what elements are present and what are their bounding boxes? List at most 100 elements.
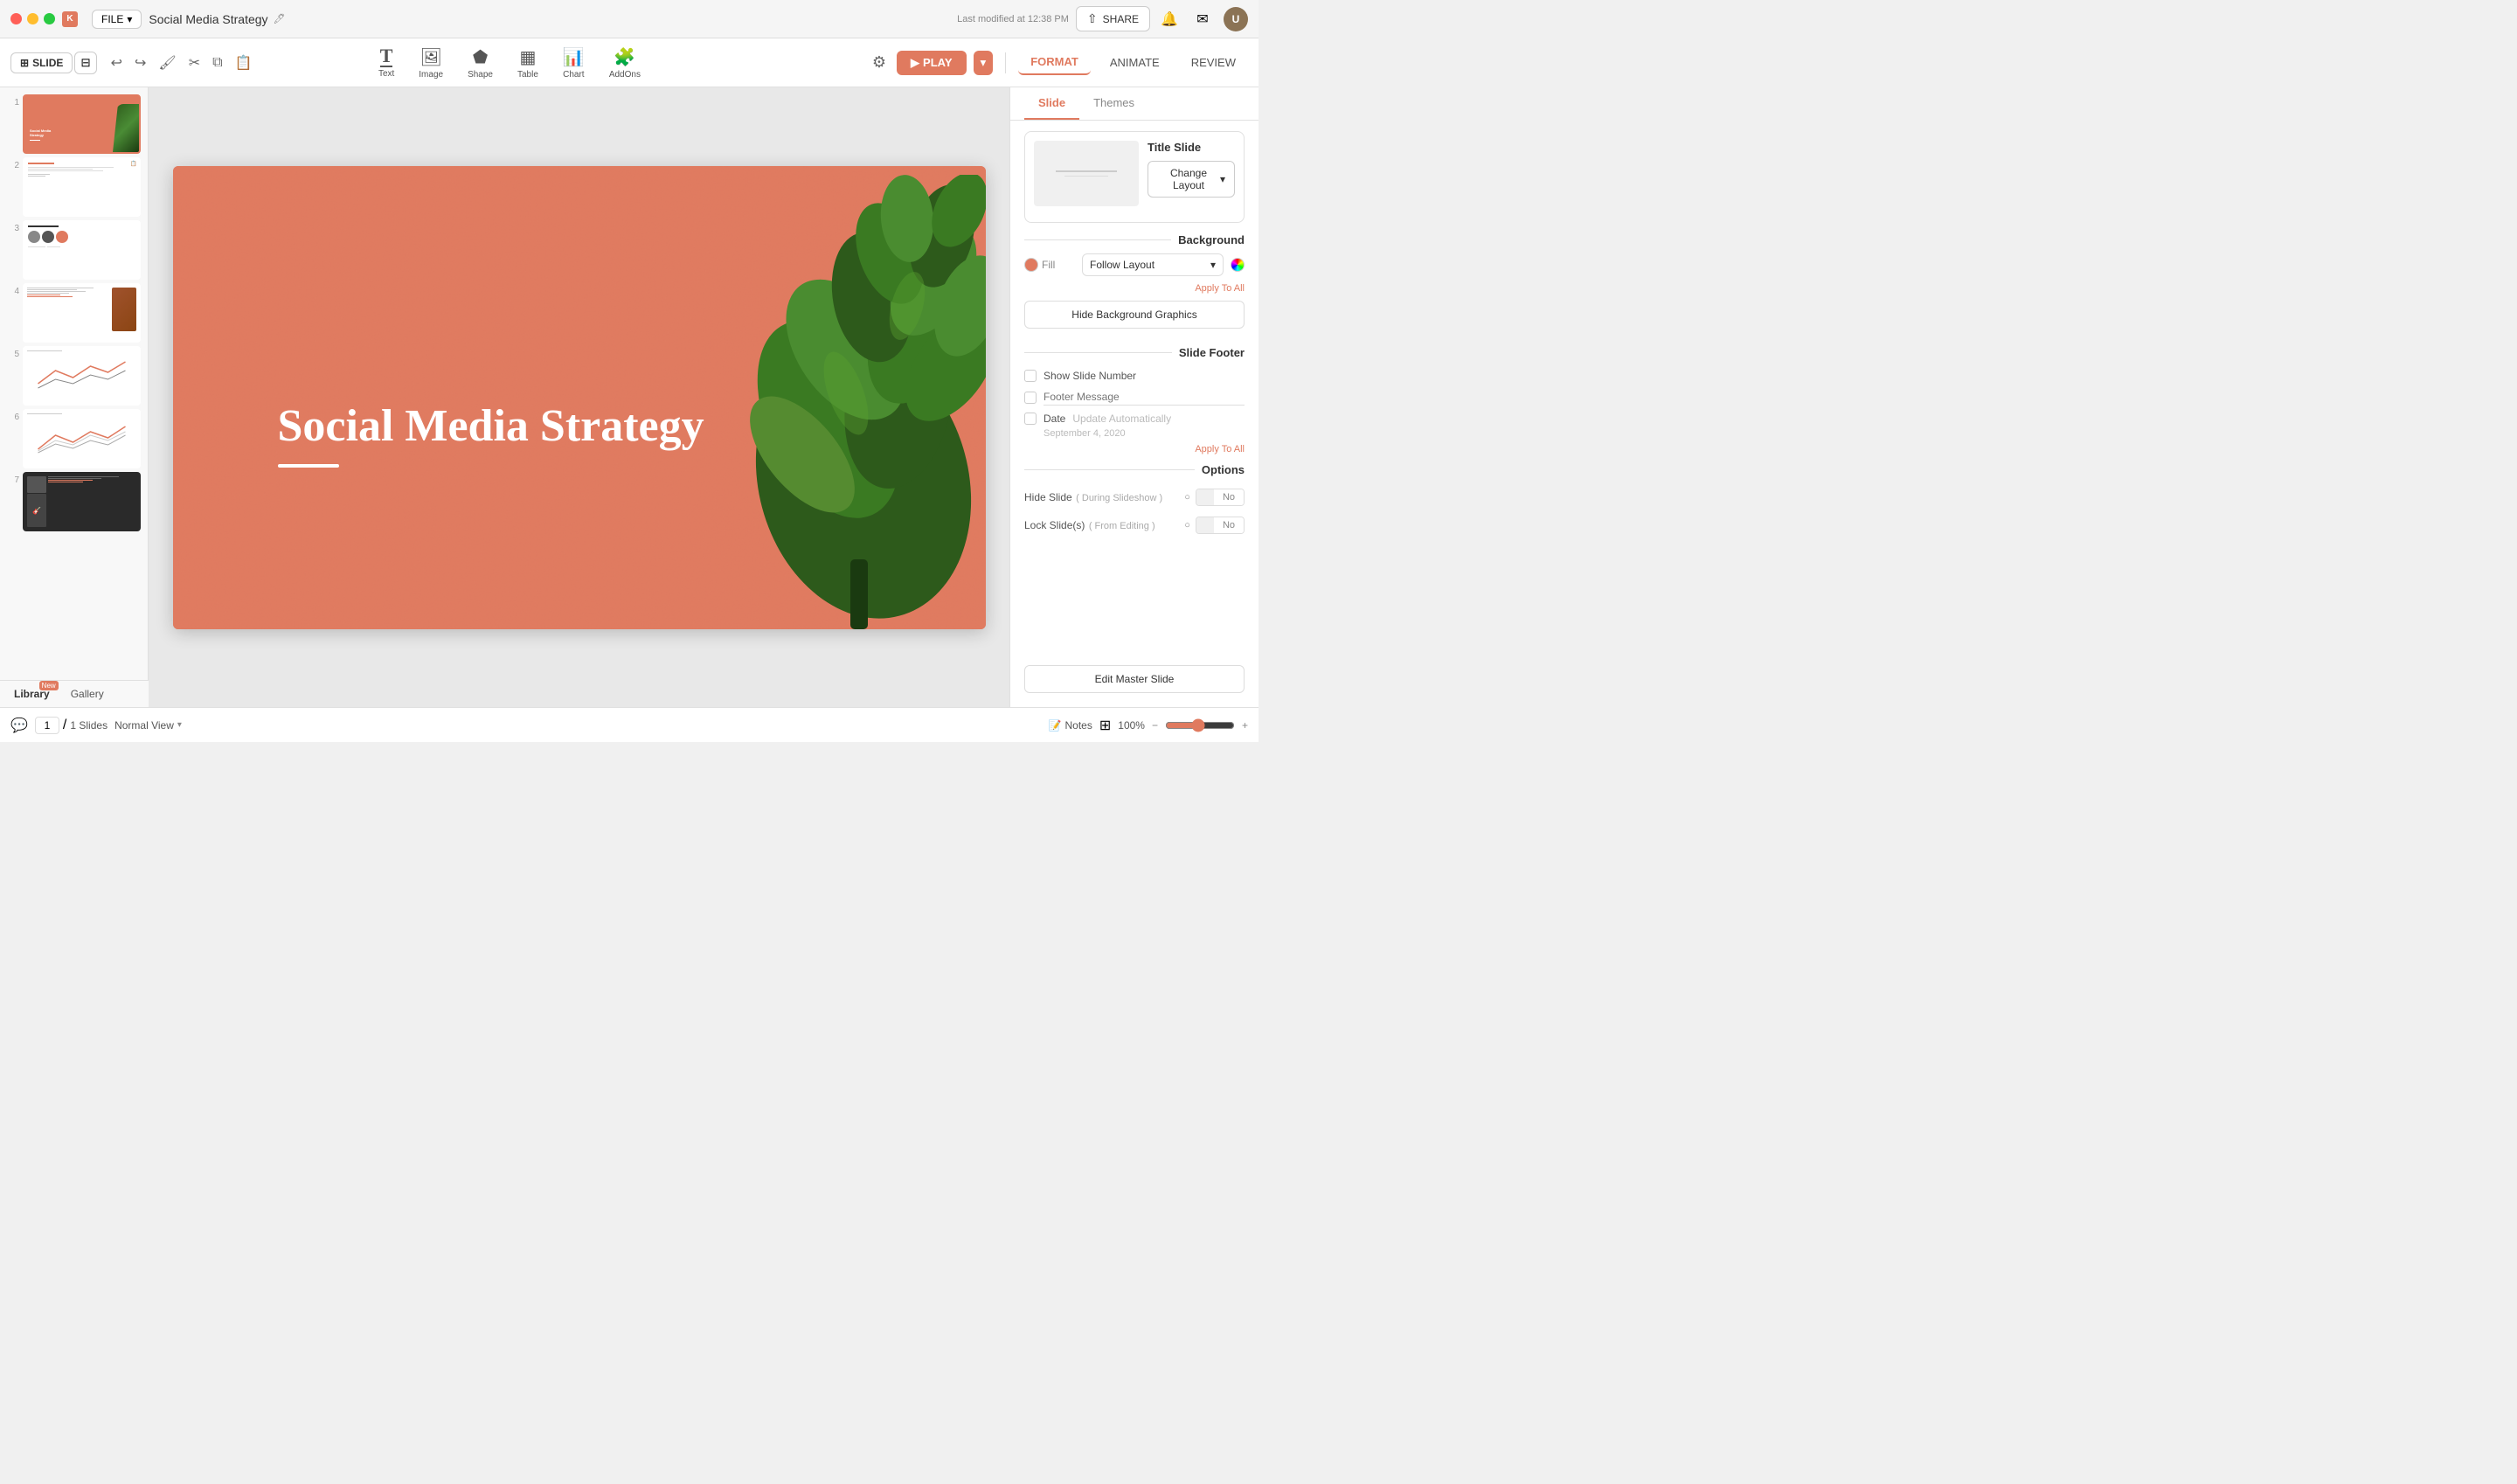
- fill-color-dot[interactable]: [1024, 258, 1038, 272]
- footer-message-input[interactable]: [1044, 389, 1245, 406]
- date-row: Date Update Automatically: [1024, 409, 1245, 428]
- options-section-header: Options: [1024, 463, 1245, 476]
- slide-thumbnail-2[interactable]: 📋: [23, 157, 141, 217]
- show-slide-number-checkbox[interactable]: [1024, 370, 1037, 382]
- change-layout-button[interactable]: Change Layout ▾: [1148, 161, 1235, 198]
- zoom-out-icon[interactable]: −: [1152, 719, 1158, 732]
- footer-message-row: [1024, 385, 1245, 409]
- edit-master-slide-button[interactable]: Edit Master Slide: [1024, 665, 1245, 693]
- right-toolbar: ⚙ ▶ PLAY ▾ FORMAT ANIMATE REVIEW: [869, 50, 1248, 75]
- update-automatically-label: Update Automatically: [1072, 413, 1245, 425]
- slide-thumbnail-3[interactable]: [23, 220, 141, 280]
- play-dropdown-button[interactable]: ▾: [974, 51, 994, 75]
- undo-button[interactable]: ↩: [106, 51, 128, 75]
- review-tab[interactable]: REVIEW: [1179, 51, 1248, 74]
- plant-decoration: [671, 175, 986, 629]
- gallery-tab[interactable]: Gallery: [67, 686, 107, 702]
- main-toolbar: ⊞ SLIDE ⊟ ↩ ↪ 🖌 ✂ ⧉ 📋 T Text 🖼 Image ⬟ S…: [0, 38, 1258, 87]
- mail-icon[interactable]: ✉: [1190, 7, 1215, 31]
- thumb-container-4: 4: [7, 283, 141, 343]
- cut-button[interactable]: ✂: [184, 51, 205, 75]
- file-menu-button[interactable]: FILE ▾: [92, 10, 142, 29]
- notes-icon: 📝: [1049, 719, 1062, 732]
- view-mode-label: Normal View: [114, 719, 174, 732]
- chevron-down-icon: ▾: [177, 720, 182, 730]
- format-paint-button[interactable]: 🖌: [153, 51, 181, 75]
- color-picker-icon[interactable]: [1231, 258, 1245, 272]
- format-tabs: Slide Themes: [1010, 87, 1258, 121]
- shape-icon: ⬟: [473, 46, 488, 68]
- current-page-input[interactable]: 1: [35, 717, 59, 734]
- view-mode-select[interactable]: Normal View ▾: [114, 719, 182, 732]
- apply-to-all-footer-button[interactable]: Apply To All: [1024, 444, 1245, 454]
- hide-slide-toggle[interactable]: No: [1196, 489, 1245, 506]
- slide-format-tab[interactable]: Slide: [1024, 87, 1079, 120]
- date-checkbox[interactable]: [1024, 413, 1037, 425]
- redo-button[interactable]: ↪: [129, 51, 151, 75]
- text-tool[interactable]: T Text: [366, 43, 406, 82]
- layout-title: Title Slide: [1148, 141, 1235, 154]
- play-button[interactable]: ▶ PLAY: [897, 51, 966, 75]
- date-value: September 4, 2020: [1024, 428, 1245, 439]
- library-tab[interactable]: Library New: [10, 686, 53, 702]
- library-gallery-tabs: Library New Gallery: [0, 680, 149, 707]
- slide-thumbnail-5[interactable]: [23, 346, 141, 406]
- hide-background-button[interactable]: Hide Background Graphics: [1024, 301, 1245, 329]
- title-bar-icons: 🔔 ✉ U: [1157, 7, 1248, 31]
- footer-message-checkbox[interactable]: [1024, 392, 1037, 404]
- notification-icon[interactable]: 🔔: [1157, 7, 1182, 31]
- settings-button[interactable]: ⚙: [869, 50, 890, 75]
- page-total: 1 Slides: [70, 719, 107, 732]
- close-button[interactable]: [10, 13, 22, 24]
- zoom-slider[interactable]: [1165, 718, 1235, 732]
- minimize-button[interactable]: [27, 13, 38, 24]
- show-slide-number-label: Show Slide Number: [1044, 370, 1136, 382]
- chat-icon[interactable]: 💬: [10, 717, 28, 734]
- fill-row: Fill Follow Layout ▾: [1024, 253, 1245, 276]
- grid-icon: ⊟: [80, 56, 90, 69]
- text-icon: T: [380, 46, 393, 67]
- notes-button[interactable]: 📝 Notes: [1049, 719, 1092, 732]
- last-modified-text: Last modified at 12:38 PM: [957, 14, 1069, 24]
- image-tool[interactable]: 🖼 Image: [406, 43, 455, 83]
- addons-tool[interactable]: 🧩 AddOns: [597, 43, 653, 83]
- zoom-in-icon[interactable]: +: [1242, 719, 1248, 732]
- lock-slide-label: Lock Slide(s): [1024, 519, 1085, 531]
- slide-thumbnail-1[interactable]: Social MediaStrategy: [23, 94, 141, 154]
- thumb-container-6: 6: [7, 409, 141, 468]
- slide-underline: [278, 464, 339, 468]
- lock-slide-row: Lock Slide(s) ( From Editing ) ○ No: [1024, 511, 1245, 539]
- maximize-button[interactable]: [44, 13, 55, 24]
- slide-button[interactable]: ⊞ SLIDE: [10, 52, 73, 73]
- slide-canvas[interactable]: Social Media Strategy: [173, 166, 986, 629]
- shape-tool[interactable]: ⬟ Shape: [455, 43, 505, 83]
- lock-slide-toggle[interactable]: No: [1196, 517, 1245, 534]
- avatar[interactable]: U: [1224, 7, 1248, 31]
- slide-background: Social Media Strategy: [173, 166, 986, 629]
- share-button[interactable]: ⇧ SHARE: [1076, 6, 1150, 31]
- copy-button[interactable]: ⧉: [207, 52, 227, 74]
- slide-thumbnail-7[interactable]: 🎸: [23, 472, 141, 531]
- thumb-container-1: 1 Social MediaStrategy: [7, 94, 141, 154]
- slide-thumbnail-4[interactable]: [23, 283, 141, 343]
- chart-tool[interactable]: 📊 Chart: [551, 43, 597, 83]
- title-bar: K FILE ▾ Social Media Strategy 🖊 Last mo…: [0, 0, 1258, 38]
- apply-to-all-button[interactable]: Apply To All: [1024, 283, 1245, 294]
- table-tool[interactable]: ▦ Table: [505, 43, 551, 83]
- slide-thumbnail-6[interactable]: [23, 409, 141, 468]
- insert-tools: T Text 🖼 Image ⬟ Shape ▦ Table 📊 Chart 🧩…: [366, 43, 653, 83]
- chevron-down-icon: ▾: [1210, 259, 1216, 271]
- hide-slide-label: Hide Slide: [1024, 491, 1072, 503]
- main-content: 1 Social MediaStrategy 2: [0, 87, 1258, 707]
- date-label: Date: [1044, 413, 1065, 425]
- traffic-lights: [10, 13, 55, 24]
- animate-tab[interactable]: ANIMATE: [1098, 51, 1172, 74]
- background-section-title: Background: [1178, 233, 1245, 246]
- themes-tab[interactable]: Themes: [1079, 87, 1148, 120]
- format-tab[interactable]: FORMAT: [1018, 50, 1091, 75]
- fill-layout-select[interactable]: Follow Layout ▾: [1082, 253, 1224, 276]
- thumb-container-2: 2 📋: [7, 157, 141, 217]
- paste-button[interactable]: 📋: [230, 51, 258, 75]
- slides-icon[interactable]: ⊞: [1099, 717, 1111, 734]
- grid-view-button[interactable]: ⊟: [74, 52, 96, 74]
